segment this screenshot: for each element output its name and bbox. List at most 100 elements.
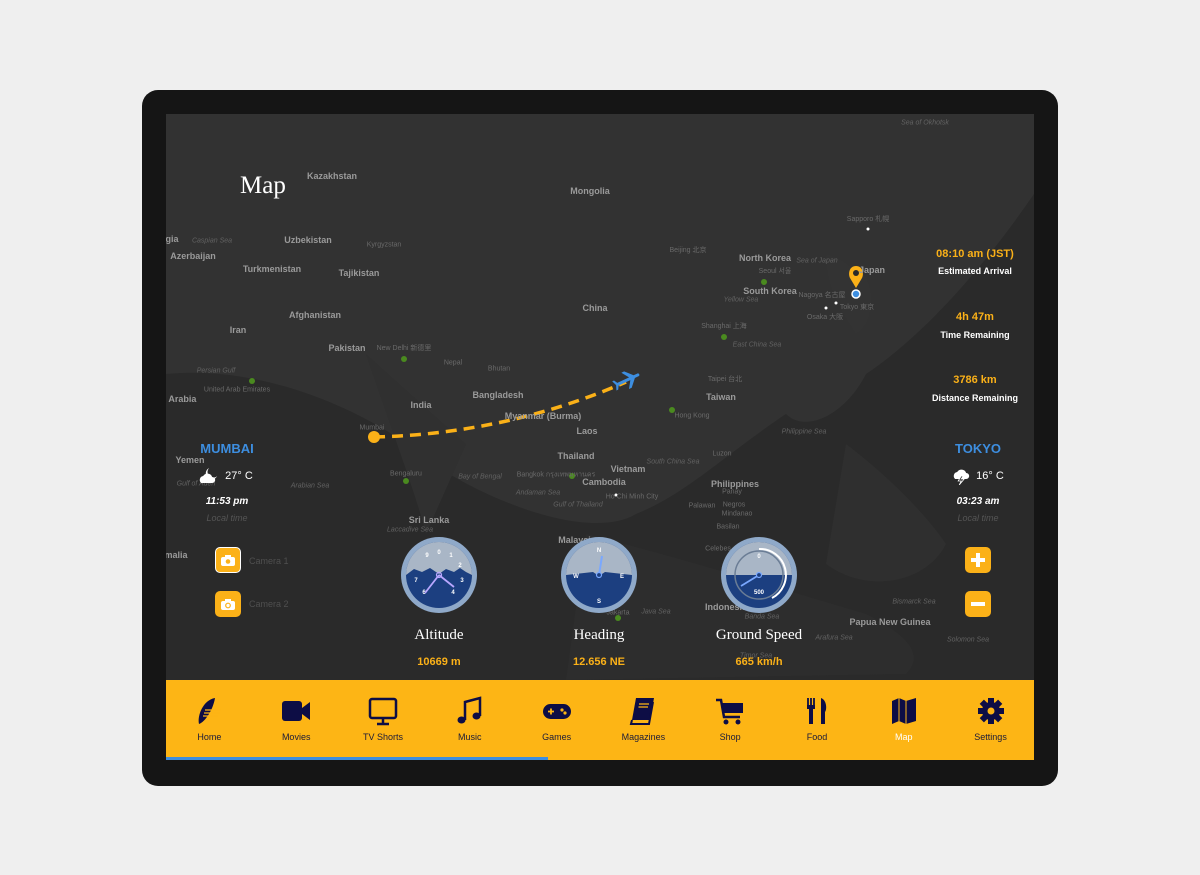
camera-2-label: Camera 2	[249, 599, 289, 609]
map-label: Shanghai 上海	[701, 323, 747, 330]
arrival-time: 08:10 am (JST)	[936, 248, 1014, 260]
thunderstorm-icon	[953, 469, 970, 485]
music-note-icon	[457, 696, 482, 724]
map-label: Negros	[722, 501, 746, 509]
map-label: Mindanao	[721, 510, 753, 518]
heading-value: 12.656 NE	[573, 656, 625, 668]
map-label: Basilan	[716, 523, 740, 531]
nav-label: TV Shorts	[362, 732, 403, 742]
camera-switch-icon	[221, 598, 235, 610]
nav-label: Shop	[719, 732, 741, 742]
nav-home[interactable]: Home	[166, 680, 253, 760]
map-label: Seoul 서울	[758, 268, 792, 275]
map-label: Ho Chi Minh City	[605, 493, 659, 501]
map-label: gia	[166, 234, 179, 244]
minus-icon	[971, 602, 985, 606]
map-label: Turkmenistan	[242, 264, 302, 274]
ground-speed-value: 665 km/h	[735, 656, 783, 668]
map-label: Taiwan	[706, 392, 736, 402]
map-label: Luzon	[712, 450, 732, 458]
tv-icon	[368, 697, 398, 726]
distance-remaining-label: Distance Remaining	[931, 393, 1019, 403]
map-label: i Arabia	[166, 394, 197, 404]
map-label: Afghanistan	[288, 310, 342, 320]
nav-settings[interactable]: Settings	[947, 680, 1034, 760]
city-dot	[761, 279, 767, 285]
map-label: United Arab Emirates	[203, 386, 271, 394]
map-label: Caspian Sea	[191, 237, 233, 245]
zoom-in-button[interactable]	[965, 547, 991, 573]
map-label: Philippine Sea	[781, 428, 827, 436]
map-label: Kyrgyzstan	[366, 241, 402, 249]
city-dot	[401, 356, 407, 362]
map-label: Cambodia	[582, 477, 626, 487]
map[interactable]: Kazakhstan Mongolia Uzbekistan Kyrgyzsta…	[166, 114, 1034, 680]
map-label: Hong Kong	[674, 412, 710, 420]
origin-city: MUMBAI	[200, 441, 254, 456]
city-dot	[249, 378, 255, 384]
ground-speed-label: Ground Speed	[715, 627, 803, 643]
map-label: Bismarck Sea	[892, 598, 936, 606]
nav-map[interactable]: Map	[860, 680, 947, 760]
map-label: Philippines	[710, 479, 760, 489]
map-label: Bengaluru	[390, 470, 422, 478]
nav-label: Home	[197, 732, 222, 742]
map-label: Bay of Bengal	[458, 473, 502, 481]
map-label: Solomon Sea	[946, 636, 990, 644]
destination-temp: 16° C	[976, 470, 1004, 482]
map-label: China	[582, 303, 608, 313]
nav-music[interactable]: Music	[426, 680, 513, 760]
origin-temp: 27° C	[225, 470, 253, 482]
map-label: India	[410, 400, 432, 410]
gamepad-icon	[542, 704, 571, 719]
svg-text:N: N	[597, 548, 601, 554]
fork-knife-icon	[806, 698, 827, 724]
nav-movies[interactable]: Movies	[253, 680, 340, 760]
map-label: Myanmar (Burma)	[504, 411, 582, 421]
ground-speed-gauge: 0 500	[721, 537, 797, 613]
map-label: Vietnam	[610, 464, 646, 474]
map-label: North Korea	[738, 253, 792, 263]
camera-2-button[interactable]	[215, 591, 241, 617]
map-label: Sea of Japan	[796, 257, 838, 265]
map-label: Taipei 台北	[707, 376, 743, 383]
zoom-out-button[interactable]	[965, 591, 991, 617]
map-label: Pakistan	[328, 343, 366, 353]
svg-text:E: E	[620, 574, 624, 580]
nav-label: Map	[895, 732, 913, 742]
nav-magazines[interactable]: Magazines	[600, 680, 687, 760]
altitude-label: Altitude	[414, 627, 464, 643]
origin-time-label: Local time	[206, 513, 248, 523]
map-label: Persian Gulf	[196, 367, 236, 375]
book-icon	[630, 698, 655, 725]
map-label: Sapporo 札幌	[846, 216, 890, 223]
map-label: Tokyo 東京	[839, 304, 875, 311]
origin-marker	[368, 431, 380, 443]
home-logo-icon	[199, 698, 222, 724]
nav-label: Movies	[281, 732, 311, 742]
map-label: Yemen	[175, 455, 205, 465]
camera-1-button[interactable]	[215, 547, 241, 573]
svg-text:W: W	[573, 574, 579, 580]
map-label: New Delhi 新德里	[376, 345, 432, 352]
city-dot	[721, 334, 727, 340]
partly-cloudy-night-icon	[199, 468, 218, 483]
map-label: Arafura Sea	[815, 634, 853, 642]
nav-games[interactable]: Games	[513, 680, 600, 760]
map-label: Laccadive Sea	[387, 526, 433, 534]
map-label: South Korea	[743, 286, 797, 296]
nav-food[interactable]: Food	[774, 680, 861, 760]
airplane-icon	[612, 371, 640, 391]
nav-shop[interactable]: Shop	[687, 680, 774, 760]
nav-tv-shorts[interactable]: TV Shorts	[340, 680, 427, 760]
camera-1-label: Camera 1	[249, 556, 289, 566]
nav-label: Magazines	[621, 732, 666, 742]
map-label: Tajikistan	[338, 268, 380, 278]
svg-text:S: S	[597, 599, 601, 605]
map-label: Banda Sea	[744, 613, 780, 621]
map-label: Nepal	[443, 359, 463, 367]
time-remaining-label: Time Remaining	[940, 330, 1010, 340]
map-label: Nagoya 名古屋	[798, 292, 846, 299]
map-label: Beijing 北京	[669, 247, 707, 254]
map-label: Mongolia	[570, 186, 610, 196]
